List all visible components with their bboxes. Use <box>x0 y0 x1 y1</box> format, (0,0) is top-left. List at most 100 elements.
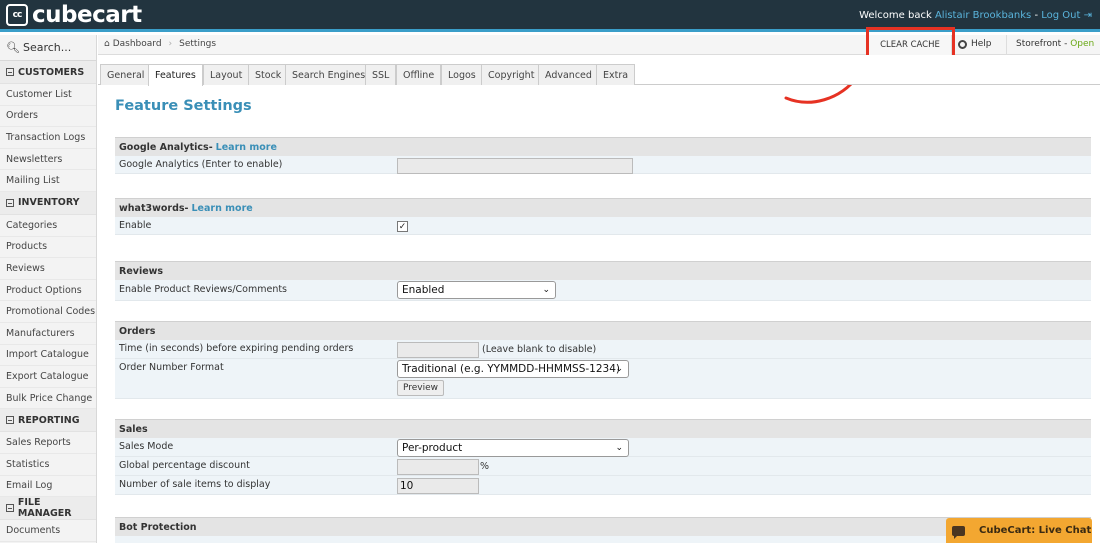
sidebar-item-export-catalogue[interactable]: Export Catalogue <box>0 366 96 388</box>
breadcrumb-bar: ⌂ Dashboard › Settings CLEAR CACHE Help … <box>98 35 1100 55</box>
setting-row: Time (in seconds) before expiring pendin… <box>115 340 1091 359</box>
search-input[interactable]: Search... <box>23 41 71 54</box>
tab-stock[interactable]: Stock <box>248 64 289 85</box>
select-value: Per-product <box>402 442 463 454</box>
tab-search-engines[interactable]: Search Engines <box>285 64 373 85</box>
section-reviews: Reviews Enable Product Reviews/Comments … <box>115 261 1091 301</box>
chat-bubble-icon <box>952 525 965 539</box>
setting-row: Order Number Format Traditional (e.g. YY… <box>115 359 1091 399</box>
breadcrumb-settings: Settings <box>179 39 217 49</box>
cubecart-logo[interactable]: cc cubecart <box>6 2 142 28</box>
sidebar-item-email-log[interactable]: Email Log <box>0 476 96 498</box>
reviews-select[interactable]: Enabled ⌄ <box>397 281 556 299</box>
sidebar-item-orders[interactable]: Orders <box>0 106 96 128</box>
setting-label: Google Analytics (Enter to enable) <box>119 159 283 170</box>
sidebar-item-import-catalogue[interactable]: Import Catalogue <box>0 345 96 367</box>
nav-group-reporting[interactable]: REPORTING <box>0 409 96 433</box>
what3words-enable-checkbox[interactable]: ✓ <box>397 221 408 232</box>
sidebar-item-newsletters[interactable]: Newsletters <box>0 149 96 171</box>
nav-group-customers[interactable]: CUSTOMERS <box>0 61 96 84</box>
section-title: Google Analytics <box>119 141 209 153</box>
section-title: Orders <box>119 325 156 337</box>
setting-row: Google Analytics (Enter to enable) <box>115 156 1091 174</box>
sidebar-item-customer-list[interactable]: Customer List <box>0 84 96 106</box>
tab-ssl[interactable]: SSL <box>365 64 397 85</box>
section-header: Reviews <box>115 261 1091 280</box>
tab-logos[interactable]: Logos <box>441 64 483 85</box>
sidebar-item-documents[interactable]: Documents <box>0 520 96 542</box>
tab-offline[interactable]: Offline <box>396 64 442 85</box>
logout-link[interactable]: Log Out <box>1041 10 1080 21</box>
sidebar-item-product-options[interactable]: Product Options <box>0 280 96 302</box>
tab-features[interactable]: Features <box>148 64 203 86</box>
setting-row <box>115 536 1091 543</box>
order-number-format-select[interactable]: Traditional (e.g. YYMMDD-HHMMSS-1234) ⌄ <box>397 360 629 378</box>
section-title: Bot Protection <box>119 521 197 533</box>
tab-extra[interactable]: Extra <box>596 64 636 85</box>
storefront-link[interactable]: Storefront - Open <box>1016 39 1094 49</box>
search-icon: 🔍︎ <box>6 41 20 54</box>
select-value: Traditional (e.g. YYMMDD-HHMMSS-1234) <box>402 363 620 375</box>
section-header: Sales <box>115 419 1091 438</box>
tab-general[interactable]: General <box>100 64 152 85</box>
help-button[interactable]: Help <box>958 39 992 49</box>
sidebar: 🔍︎ Search... CUSTOMERS Customer List Ord… <box>0 35 97 543</box>
logo-text: cubecart <box>32 2 142 28</box>
home-icon[interactable]: ⌂ <box>104 39 110 49</box>
live-chat-label: CubeCart: Live Chat <box>979 525 1092 536</box>
sidebar-item-manufacturers[interactable]: Manufacturers <box>0 323 96 345</box>
section-google-analytics: Google Analytics - Learn more Google Ana… <box>115 137 1091 174</box>
learn-more-link[interactable]: Learn more <box>192 203 253 214</box>
help-label: Help <box>971 39 992 49</box>
storefront-status: Open <box>1070 39 1095 49</box>
live-chat-button[interactable]: CubeCart: Live Chat <box>946 518 1092 543</box>
sidebar-item-bulk-price-change[interactable]: Bulk Price Change <box>0 388 96 410</box>
section-separator: - <box>208 141 213 153</box>
clear-cache-button[interactable]: CLEAR CACHE <box>868 35 952 55</box>
sidebar-item-promotional-codes[interactable]: Promotional Codes <box>0 301 96 323</box>
setting-row: Sales Mode Per-product ⌄ <box>115 438 1091 457</box>
nav-group-inventory[interactable]: INVENTORY <box>0 191 96 215</box>
section-header: Google Analytics - Learn more <box>115 137 1091 156</box>
google-analytics-input[interactable] <box>397 158 633 174</box>
sidebar-item-sales-reports[interactable]: Sales Reports <box>0 432 96 454</box>
tab-copyright[interactable]: Copyright <box>481 64 542 85</box>
nav-group-title: INVENTORY <box>18 197 80 209</box>
chevron-right-icon: › <box>168 39 173 49</box>
percent-suffix: % <box>480 461 490 472</box>
preview-button[interactable]: Preview <box>397 380 445 396</box>
setting-row: Enable ✓ <box>115 217 1091 235</box>
sidebar-item-reviews[interactable]: Reviews <box>0 258 96 280</box>
nav-group-title: FILE MANAGER <box>17 497 72 520</box>
nav-group-title: REPORTING <box>18 414 80 426</box>
sidebar-search[interactable]: 🔍︎ Search... <box>0 35 96 61</box>
sidebar-item-categories[interactable]: Categories <box>0 215 96 237</box>
sidebar-item-statistics[interactable]: Statistics <box>0 454 96 476</box>
welcome-separator: - <box>1031 10 1042 21</box>
sales-mode-select[interactable]: Per-product ⌄ <box>397 439 629 457</box>
user-profile-link[interactable]: Alistair Brookbanks <box>935 10 1031 21</box>
tab-layout[interactable]: Layout <box>203 64 250 85</box>
sidebar-item-transaction-logs[interactable]: Transaction Logs <box>0 127 96 149</box>
setting-row: Enable Product Reviews/Comments Enabled … <box>115 280 1091 301</box>
global-discount-input[interactable] <box>397 459 479 475</box>
breadcrumb-dashboard[interactable]: Dashboard <box>113 39 162 49</box>
tab-advanced[interactable]: Advanced <box>538 64 599 85</box>
learn-more-link[interactable]: Learn more <box>216 142 277 153</box>
sidebar-item-mailing-list[interactable]: Mailing List <box>0 170 96 192</box>
lifebuoy-icon <box>958 39 967 49</box>
collapse-icon <box>6 68 14 76</box>
section-bot-protection: Bot Protection <box>115 517 1091 543</box>
logout-icon[interactable]: ⇥ <box>1084 10 1092 21</box>
section-what3words: what3words - Learn more Enable ✓ <box>115 198 1091 235</box>
sidebar-item-products[interactable]: Products <box>0 237 96 259</box>
nav-group-file-manager[interactable]: FILE MANAGER <box>0 497 96 521</box>
collapse-icon <box>6 504 14 513</box>
order-expiry-input[interactable] <box>397 342 479 358</box>
section-orders: Orders Time (in seconds) before expiring… <box>115 321 1091 399</box>
section-header: what3words - Learn more <box>115 198 1091 217</box>
logo-mark: cc <box>6 4 28 26</box>
nav-group-title: CUSTOMERS <box>18 66 85 78</box>
settings-tabs: General Features Layout Stock Search Eng… <box>98 55 1100 86</box>
sale-items-input[interactable]: 10 <box>397 478 479 494</box>
